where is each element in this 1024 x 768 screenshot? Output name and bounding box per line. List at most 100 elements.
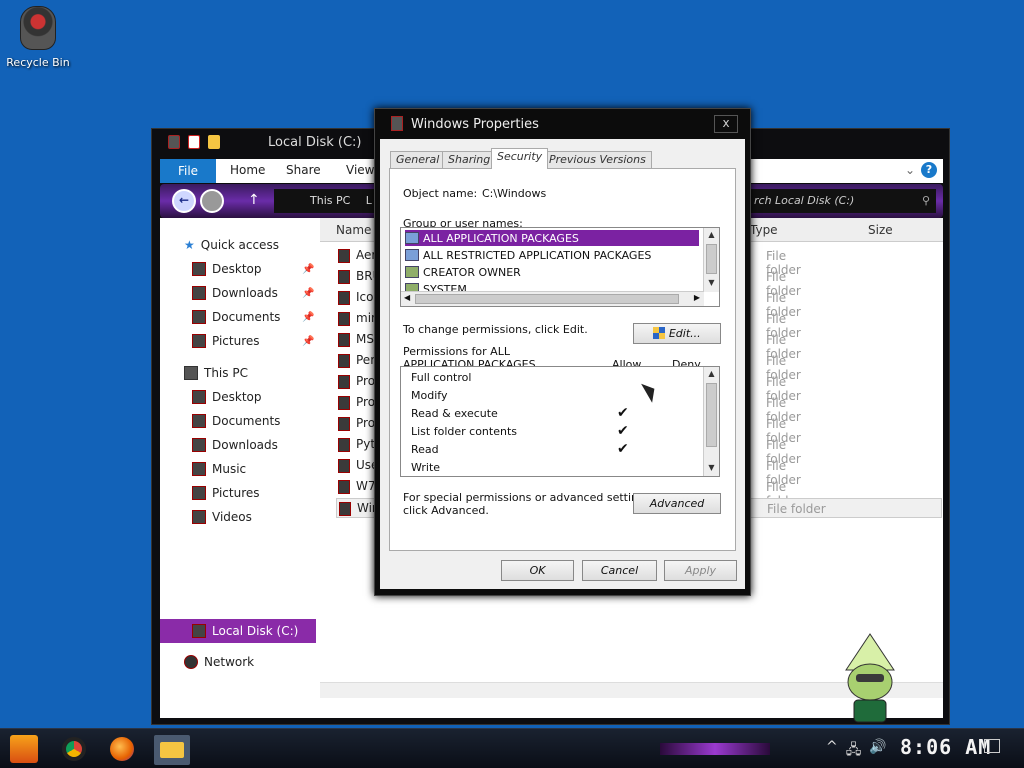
up-button[interactable]: ↑: [248, 192, 260, 208]
tab-share[interactable]: Share: [286, 163, 321, 177]
drive-icon: [168, 135, 180, 149]
nav-quick-access[interactable]: ★ Quick access: [184, 238, 279, 252]
chevron-up-icon[interactable]: ^: [826, 739, 838, 763]
nav-item-downloads[interactable]: Downloads 📌: [192, 286, 314, 300]
breadcrumb-local-disk[interactable]: L: [366, 194, 372, 207]
column-header-type[interactable]: Type: [750, 223, 778, 237]
taskbar-clock[interactable]: 8:06 AM: [900, 735, 991, 759]
list-item[interactable]: ALL RESTRICTED APPLICATION PACKAGES: [405, 247, 699, 263]
breadcrumb[interactable]: This PC L: [274, 189, 374, 213]
folder-icon: [192, 262, 206, 276]
start-button[interactable]: [10, 735, 38, 763]
group-list[interactable]: ALL APPLICATION PACKAGES ALL RESTRICTED …: [400, 227, 720, 307]
column-header-name[interactable]: Name: [336, 223, 371, 237]
permissions-list[interactable]: Full control Modify Read & execute ✔ List fo…: [400, 366, 720, 477]
package-icon: [405, 232, 419, 244]
system-tray: ^ 🖧 🔊: [826, 739, 887, 763]
forward-button[interactable]: [200, 189, 224, 213]
list-item[interactable]: ALL APPLICATION PACKAGES: [405, 230, 699, 246]
permission-name: Read & execute: [411, 407, 498, 420]
folder-icon: [338, 312, 350, 326]
cancel-button[interactable]: Cancel: [582, 560, 657, 581]
ribbon-expand-icon[interactable]: ⌄: [905, 163, 915, 177]
tab-view[interactable]: View: [346, 163, 374, 177]
permissions-vscrollbar[interactable]: ▲ ▼: [703, 367, 719, 476]
nav-this-pc[interactable]: This PC: [184, 366, 248, 380]
nav-network[interactable]: Network: [184, 655, 254, 669]
close-button[interactable]: x: [714, 115, 738, 133]
back-button[interactable]: ←: [172, 189, 196, 213]
nav-item-pc-pictures[interactable]: Pictures: [192, 486, 260, 500]
scroll-down-icon[interactable]: ▼: [704, 461, 719, 475]
dialog-body: General Sharing Security Previous Versio…: [380, 139, 745, 589]
tab-home[interactable]: Home: [230, 163, 265, 177]
scroll-down-icon[interactable]: ▼: [704, 276, 719, 290]
help-icon[interactable]: ?: [921, 162, 937, 178]
shield-icon: [653, 327, 666, 339]
nav-item-pc-videos[interactable]: Videos: [192, 510, 252, 524]
navigation-pane: ★ Quick access Desktop 📌 Downloads 📌 Docum…: [160, 218, 320, 698]
properties-dialog[interactable]: Windows Properties x General Sharing Sec…: [374, 108, 751, 596]
tab-file[interactable]: File: [160, 159, 216, 183]
scroll-left-icon[interactable]: ◀: [404, 293, 410, 302]
change-permissions-text: To change permissions, click Edit.: [403, 323, 588, 336]
tab-previous-versions[interactable]: Previous Versions: [543, 151, 652, 169]
search-input[interactable]: rch Local Disk (C:) ⚲: [750, 189, 936, 213]
group-list-vscrollbar[interactable]: ▲ ▼: [703, 228, 719, 292]
network-icon[interactable]: 🖧: [846, 739, 862, 763]
group-list-hscrollbar[interactable]: ◀ ▶: [401, 291, 704, 306]
peridot-character-image: [845, 633, 895, 723]
firefox-icon[interactable]: [110, 737, 134, 761]
nav-item-pc-downloads[interactable]: Downloads: [192, 438, 278, 452]
breadcrumb-this-pc[interactable]: This PC: [310, 194, 350, 207]
group-name: ALL RESTRICTED APPLICATION PACKAGES: [423, 248, 652, 262]
folder-icon: [192, 390, 206, 404]
permission-row: List folder contents ✔: [411, 423, 701, 443]
folder-icon: [338, 249, 350, 263]
tab-security[interactable]: Security: [491, 148, 549, 169]
tab-sharing[interactable]: Sharing: [442, 151, 497, 169]
nav-item-pc-documents[interactable]: Documents: [192, 414, 280, 428]
scroll-thumb[interactable]: [415, 294, 679, 304]
permission-name: Write: [411, 461, 441, 474]
object-name-value: C:\Windows: [482, 187, 547, 200]
pin-icon: 📌: [302, 311, 315, 323]
scroll-thumb[interactable]: [706, 244, 717, 274]
scroll-right-icon[interactable]: ▶: [694, 293, 700, 302]
nav-item-documents[interactable]: Documents 📌: [192, 310, 314, 324]
nav-item-local-disk[interactable]: Local Disk (C:): [192, 624, 298, 638]
properties-icon[interactable]: [188, 135, 200, 149]
scroll-up-icon[interactable]: ▲: [704, 228, 719, 242]
explorer-title: Local Disk (C:): [268, 135, 362, 150]
dialog-titlebar[interactable]: Windows Properties x: [375, 109, 752, 139]
ok-button[interactable]: OK: [501, 560, 574, 581]
edit-button[interactable]: Edit...: [633, 323, 721, 344]
advanced-button[interactable]: Advanced: [633, 493, 721, 514]
nav-item-pc-music[interactable]: Music: [192, 462, 246, 476]
folder-icon: [192, 462, 206, 476]
permission-name: List folder contents: [411, 425, 517, 438]
taskbar-decoration: [660, 743, 770, 755]
scroll-thumb[interactable]: [706, 383, 717, 447]
tab-general[interactable]: General: [390, 151, 446, 169]
nav-item-pc-desktop[interactable]: Desktop: [192, 390, 262, 404]
file-explorer-taskbar-icon[interactable]: [154, 735, 190, 765]
recycle-bin[interactable]: Recycle Bin: [6, 6, 70, 69]
chrome-icon[interactable]: [62, 737, 86, 761]
recycle-bin-label: Recycle Bin: [6, 56, 70, 69]
new-folder-icon[interactable]: [208, 135, 220, 149]
folder-icon: [338, 459, 350, 473]
notification-icon[interactable]: [984, 739, 1000, 753]
list-item[interactable]: CREATOR OWNER: [405, 264, 699, 280]
group-name: ALL APPLICATION PACKAGES: [423, 231, 579, 245]
permission-name: Read: [411, 443, 439, 456]
nav-item-pictures[interactable]: Pictures 📌: [192, 334, 314, 348]
nav-label: Pictures: [212, 486, 260, 500]
folder-icon: [192, 286, 206, 300]
apply-button[interactable]: Apply: [664, 560, 737, 581]
scroll-up-icon[interactable]: ▲: [704, 367, 719, 381]
volume-icon[interactable]: 🔊: [869, 739, 886, 763]
edit-button-label: Edit...: [668, 327, 701, 340]
column-header-size[interactable]: Size: [868, 223, 893, 237]
nav-item-desktop[interactable]: Desktop 📌: [192, 262, 314, 276]
